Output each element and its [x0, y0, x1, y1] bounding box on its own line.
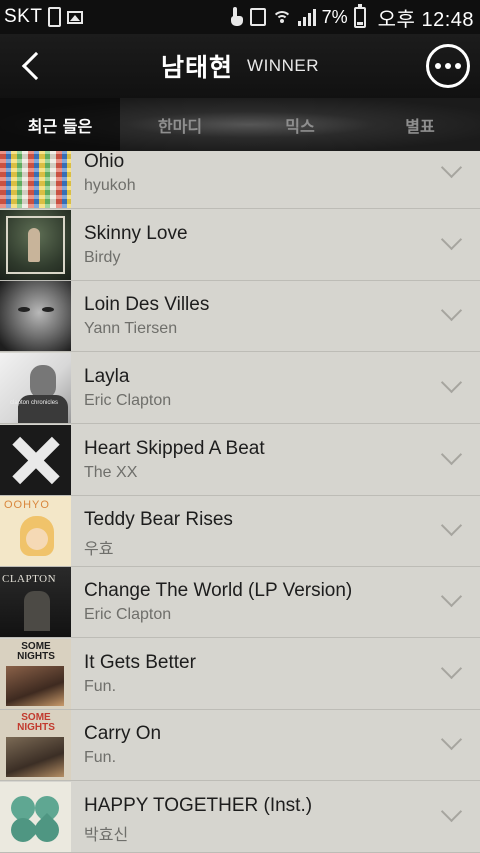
chevron-down-icon[interactable] [440, 661, 462, 683]
more-options-button[interactable] [426, 44, 470, 88]
gallery-icon [67, 10, 84, 24]
phone-icon [48, 7, 62, 27]
tab-mix[interactable]: 믹스 [240, 98, 360, 151]
touch-icon [230, 7, 244, 27]
track-row[interactable]: SOME NIGHTS It Gets Better Fun. [0, 639, 480, 710]
track-row[interactable]: Heart Skipped A Beat The XX [0, 425, 480, 496]
track-title: Skinny Love [84, 223, 188, 244]
track-title: Change The World (LP Version) [84, 580, 353, 601]
title-group: 남태현 WINNER [0, 34, 480, 98]
album-art-text: OOHYO [4, 499, 50, 511]
track-row[interactable]: HAPPY TOGETHER (Inst.) 박효신 [0, 782, 480, 853]
track-title: Ohio [84, 151, 125, 172]
battery-percent: 7% [321, 6, 348, 27]
track-title: Carry On [84, 723, 162, 744]
album-art-text: clapton chronicles [10, 400, 59, 406]
chevron-down-icon[interactable] [440, 375, 462, 397]
track-row[interactable]: OOHYO Teddy Bear Rises 우효 [0, 496, 480, 567]
track-row[interactable]: Ohio hyukoh [0, 151, 480, 209]
chevron-left-icon [21, 51, 51, 81]
track-title: HAPPY TOGETHER (Inst.) [84, 795, 313, 816]
track-row[interactable]: clapton chronicles Layla Eric Clapton [0, 353, 480, 424]
screen-share-icon [249, 8, 266, 26]
track-row[interactable]: Skinny Love Birdy [0, 210, 480, 281]
album-art-text: CLAPTON [2, 573, 57, 585]
track-artist: Eric Clapton [84, 392, 172, 409]
track-list: Ohio hyukoh Skinny Love Birdy Loin Des V… [0, 151, 480, 853]
album-art: SOME NIGHTS [0, 639, 71, 709]
page-subtitle: WINNER [247, 56, 319, 75]
tab-recent[interactable]: 최근 들은 [0, 98, 120, 151]
track-artist: Yann Tiersen [84, 320, 178, 337]
page-title: 남태현 [161, 53, 234, 82]
chevron-down-icon[interactable] [440, 232, 462, 254]
album-art-text: SOME NIGHTS [17, 641, 55, 662]
album-art [0, 782, 71, 852]
track-title: Teddy Bear Rises [84, 509, 233, 530]
chevron-down-icon[interactable] [440, 732, 462, 754]
signal-icon [297, 8, 316, 26]
chevron-down-icon[interactable] [440, 589, 462, 611]
track-artist: Fun. [84, 678, 117, 695]
track-artist: The XX [84, 464, 138, 481]
track-artist: Birdy [84, 249, 121, 266]
track-artist: Fun. [84, 749, 117, 766]
track-title: It Gets Better [84, 652, 196, 673]
back-button[interactable] [14, 46, 51, 86]
app-header: 남태현 WINNER [0, 34, 480, 98]
album-art [0, 281, 71, 351]
track-artist: 박효신 [84, 827, 129, 844]
album-art-text: SOME NIGHTS [17, 712, 55, 733]
album-art: clapton chronicles [0, 353, 71, 423]
tab-starred[interactable]: 별표 [360, 98, 480, 151]
carrier-label: SKT [4, 6, 43, 27]
more-options-icon [435, 63, 441, 69]
track-title: Loin Des Villes [84, 294, 210, 315]
chevron-down-icon[interactable] [440, 518, 462, 540]
track-artist: Eric Clapton [84, 606, 172, 623]
album-art [0, 151, 71, 208]
battery-icon [353, 3, 366, 28]
track-row[interactable]: CLAPTON Change The World (LP Version) Er… [0, 567, 480, 638]
album-art: CLAPTON [0, 567, 71, 637]
album-art [0, 425, 71, 495]
track-row[interactable]: Loin Des Villes Yann Tiersen [0, 281, 480, 352]
wifi-icon [271, 9, 292, 25]
status-bar: SKT 7% 오후 12:48 [0, 0, 480, 34]
clock: 오후 12:48 [377, 8, 474, 31]
track-title: Layla [84, 366, 130, 387]
tab-bar: 최근 들은 한마디 믹스 별표 [0, 98, 480, 151]
album-art [0, 210, 71, 280]
album-art: OOHYO [0, 496, 71, 566]
track-title: Heart Skipped A Beat [84, 438, 265, 459]
tab-comment[interactable]: 한마디 [120, 98, 240, 151]
chevron-down-icon[interactable] [440, 804, 462, 826]
track-artist: hyukoh [84, 177, 136, 194]
chevron-down-icon[interactable] [440, 447, 462, 469]
track-row[interactable]: SOME NIGHTS Carry On Fun. [0, 710, 480, 781]
chevron-down-icon[interactable] [440, 303, 462, 325]
chevron-down-icon[interactable] [440, 160, 462, 182]
track-artist: 우효 [84, 541, 114, 558]
album-art: SOME NIGHTS [0, 710, 71, 780]
